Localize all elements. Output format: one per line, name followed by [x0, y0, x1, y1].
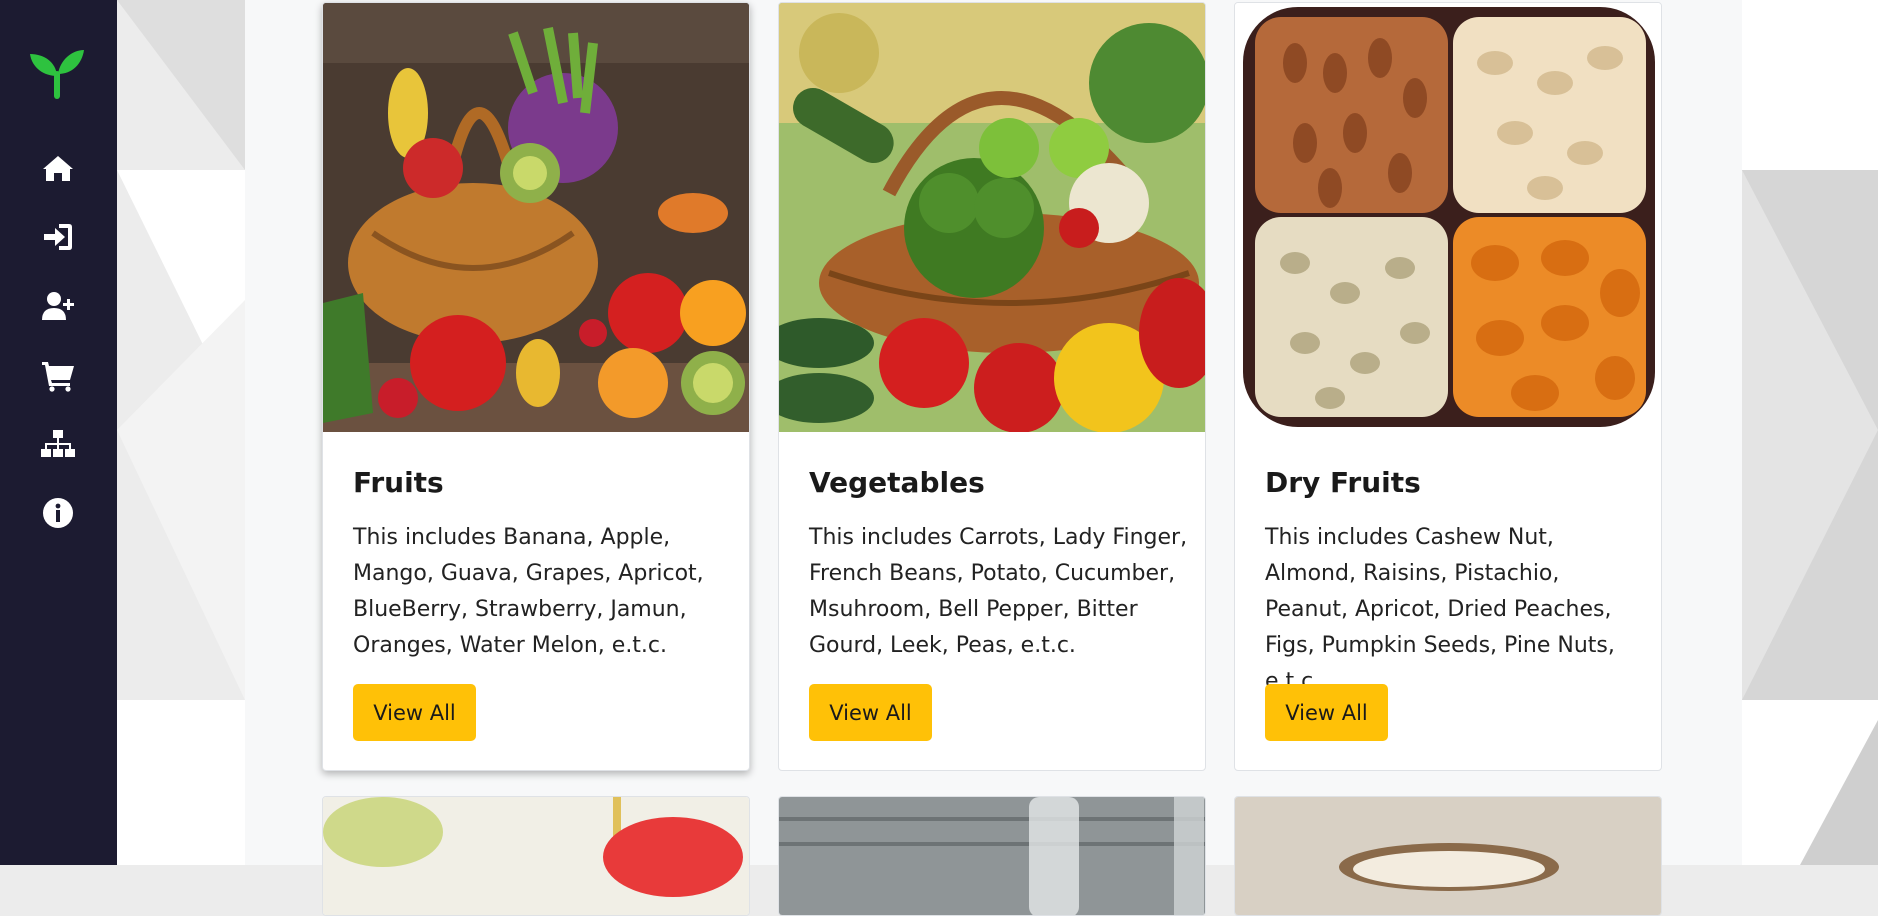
partial-image-2	[779, 797, 1205, 915]
nav-sitemap[interactable]	[38, 424, 78, 464]
view-all-fruits-button[interactable]: View All	[353, 684, 476, 741]
category-card-fruits: Fruits This includes Banana, Apple, Mang…	[322, 2, 750, 771]
user-plus-icon	[42, 292, 74, 320]
fruits-image	[323, 3, 749, 432]
sidebar	[0, 0, 117, 865]
login-icon	[44, 224, 72, 250]
category-card-partial-1	[322, 796, 750, 916]
nav-register[interactable]	[38, 286, 78, 326]
card-title: Vegetables	[809, 466, 985, 499]
nav-about[interactable]	[38, 493, 78, 533]
card-description: This includes Carrots, Lady Finger, Fren…	[809, 525, 1188, 658]
info-icon	[43, 498, 73, 528]
home-icon	[43, 156, 73, 181]
partial-image-1	[323, 797, 749, 915]
card-description: This includes Cashew Nut, Almond, Raisin…	[1265, 525, 1615, 694]
view-all-dry-fruits-button[interactable]: View All	[1265, 684, 1388, 741]
sprout-icon[interactable]	[30, 46, 85, 101]
category-container: Fruits This includes Banana, Apple, Mang…	[245, 0, 1742, 916]
sitemap-icon	[41, 430, 75, 457]
category-card-partial-2	[778, 796, 1206, 916]
category-card-dry-fruits: Dry Fruits This includes Cashew Nut, Alm…	[1234, 2, 1662, 771]
view-all-vegetables-button[interactable]: View All	[809, 684, 932, 741]
nav-cart[interactable]	[38, 355, 78, 395]
nav-login[interactable]	[38, 217, 78, 257]
dry-fruits-image	[1235, 3, 1661, 432]
category-card-vegetables: Vegetables This includes Carrots, Lady F…	[778, 2, 1206, 771]
category-card-partial-3	[1234, 796, 1662, 916]
card-title: Dry Fruits	[1265, 466, 1421, 499]
cart-icon	[42, 362, 74, 392]
partial-image-3	[1235, 797, 1661, 915]
card-title: Fruits	[353, 466, 444, 499]
nav-home[interactable]	[38, 148, 78, 188]
card-description: This includes Banana, Apple, Mango, Guav…	[353, 525, 704, 658]
vegetables-image	[779, 3, 1205, 432]
